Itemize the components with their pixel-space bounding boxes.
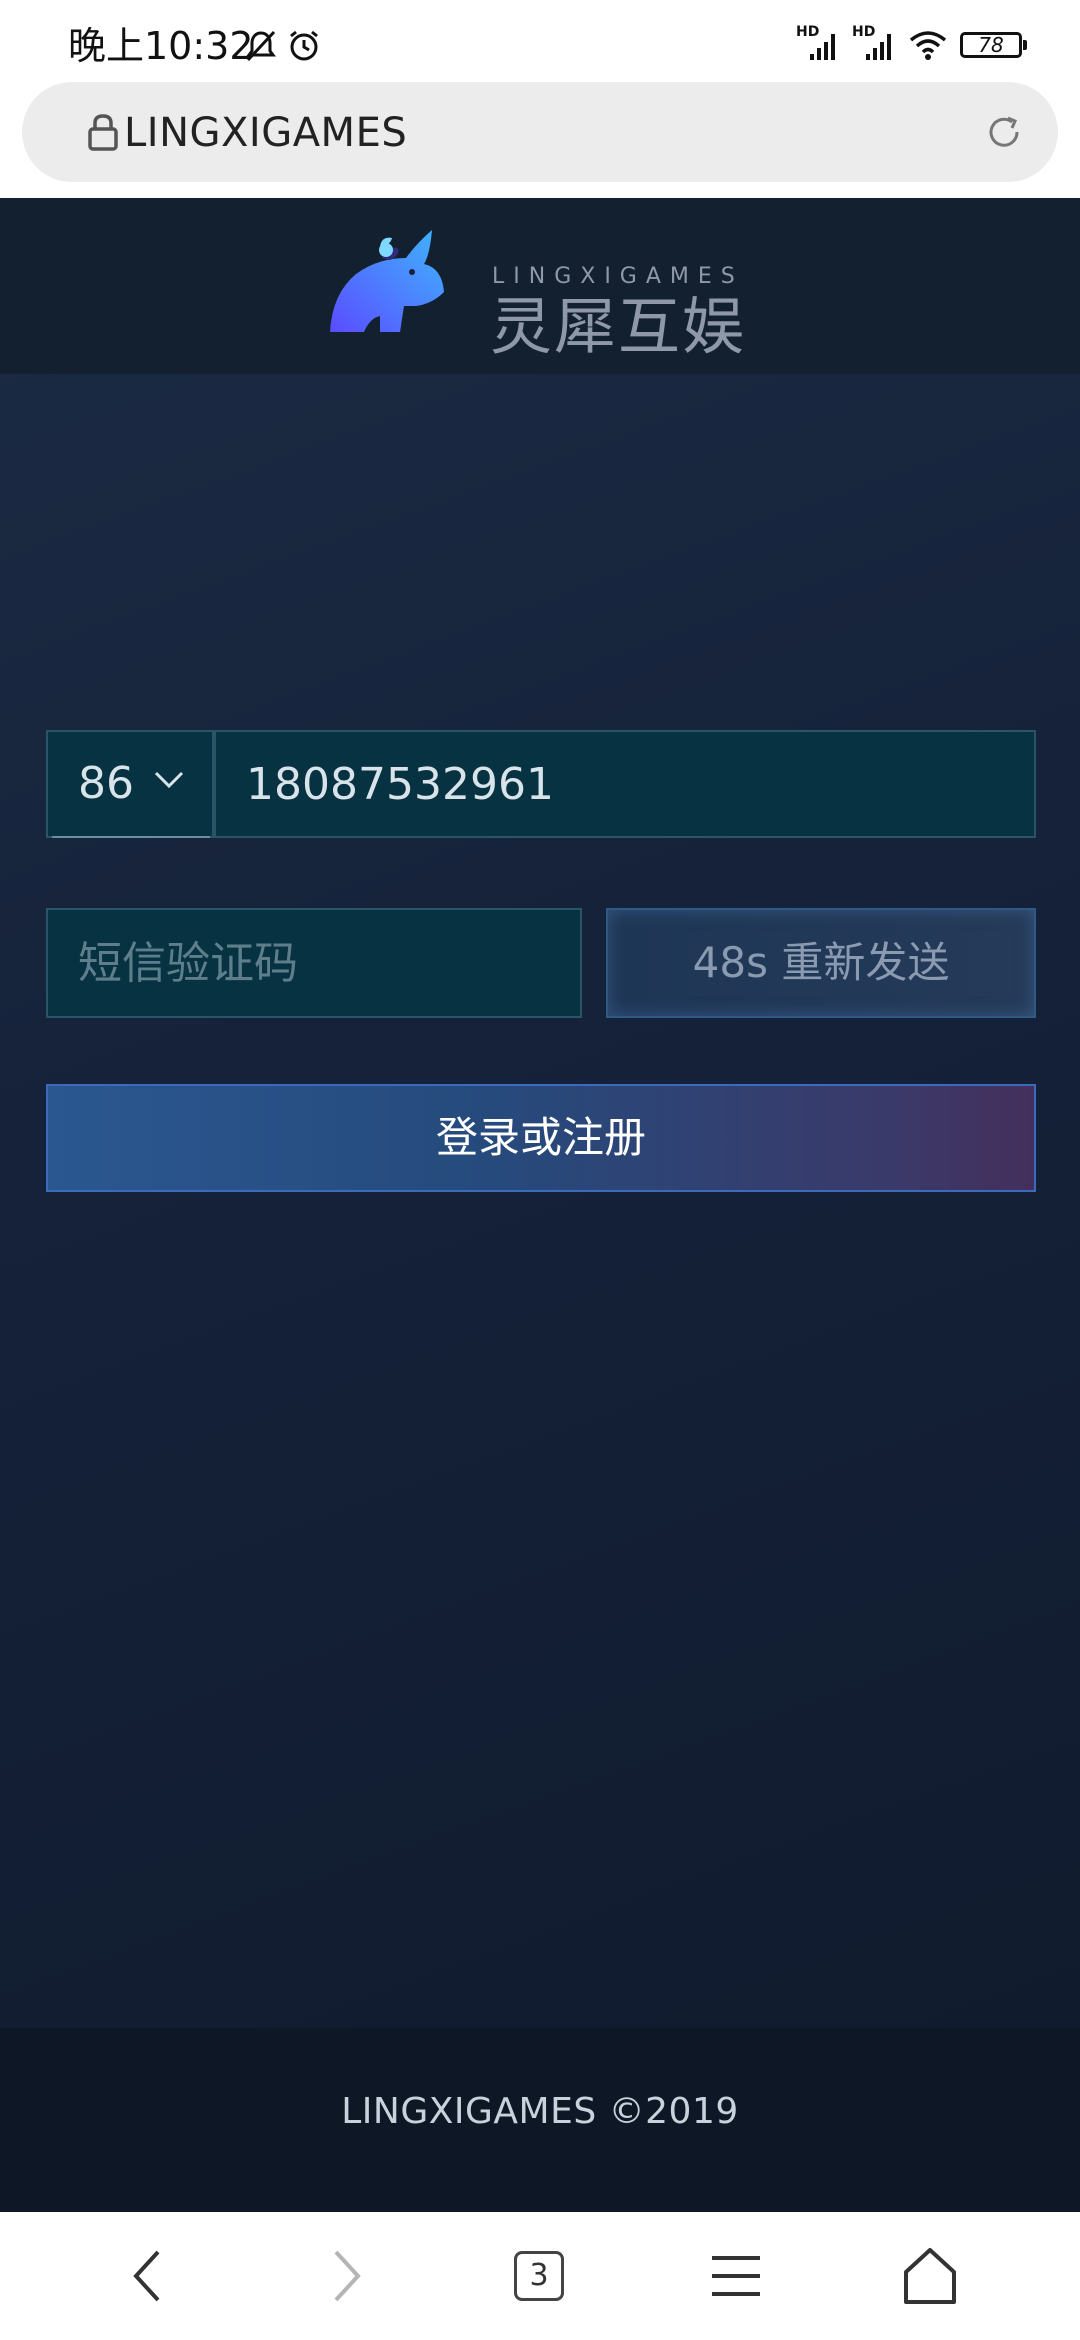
copyright-text: LINGXIGAMES ©2019 [341, 2091, 739, 2132]
alarm-icon [290, 30, 318, 61]
phone-row: 86 [46, 730, 1036, 838]
forward-icon[interactable] [312, 2244, 376, 2308]
browser-address-area: LINGXIGAMES [0, 80, 1080, 198]
browser-bottom-bar: 3 [0, 2212, 1080, 2340]
chevron-down-icon [154, 771, 184, 789]
login-register-button[interactable]: 登录或注册 [46, 1084, 1036, 1192]
address-bar[interactable]: LINGXIGAMES [22, 82, 1058, 182]
brand-logo[interactable]: LINGXIGAMES 灵犀互娱 [320, 220, 760, 360]
page-footer: LINGXIGAMES ©2019 [0, 2028, 1080, 2212]
mute-bell-icon [246, 30, 276, 62]
url-text[interactable]: LINGXIGAMES [124, 108, 407, 158]
wifi-icon [909, 31, 947, 60]
home-icon[interactable] [898, 2244, 962, 2308]
menu-icon[interactable] [704, 2244, 768, 2308]
login-page: LINGXIGAMES 灵犀互娱 86 48s 重新发送 登录或注册 LINGX… [0, 198, 1080, 2212]
verification-row: 48s 重新发送 [46, 908, 1036, 1018]
country-code-value: 86 [78, 758, 134, 809]
back-icon[interactable] [118, 2244, 182, 2308]
sms-code-input[interactable] [46, 908, 582, 1018]
tabs-button[interactable]: 3 [514, 2251, 564, 2301]
phone-number-input[interactable] [214, 730, 1036, 838]
status-time: 晚上10:32 [68, 24, 254, 68]
reload-icon[interactable] [984, 112, 1024, 152]
signal-icon-sim2: HD [852, 24, 896, 64]
page-header: LINGXIGAMES 灵犀互娱 [0, 198, 1080, 374]
logo-chinese-text: 灵犀互娱 [490, 290, 747, 363]
tab-count: 3 [514, 2251, 564, 2301]
signal-icon-sim1: HD [796, 24, 840, 64]
rhino-logo-icon [330, 230, 444, 332]
lock-icon [88, 114, 118, 151]
resend-code-button[interactable]: 48s 重新发送 [606, 908, 1036, 1018]
logo-english-text: LINGXIGAMES [492, 264, 744, 289]
country-code-select[interactable]: 86 [46, 730, 214, 838]
battery-icon: 78 [960, 32, 1027, 58]
status-bar: 晚上10:32 HD HD 78 [0, 0, 1080, 80]
